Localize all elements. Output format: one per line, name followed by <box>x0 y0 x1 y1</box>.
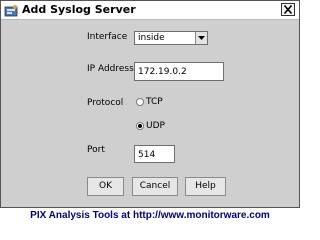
window-title: Add Syslog Server <box>22 3 136 16</box>
ip-address-value: 172.19.0.2 <box>138 67 187 77</box>
interface-label: Interface <box>87 32 128 42</box>
title-bar[interactable]: Add Syslog Server <box>1 1 299 20</box>
udp-radio-label[interactable]: UDP <box>146 121 165 132</box>
protocol-label: Protocol <box>87 98 124 108</box>
port-label: Port <box>87 145 105 155</box>
tcp-radio[interactable] <box>136 98 144 106</box>
ip-address-input[interactable]: 172.19.0.2 <box>134 62 224 81</box>
ok-button[interactable]: OK <box>87 177 124 196</box>
interface-select[interactable]: inside <box>134 31 208 45</box>
help-button[interactable]: Help <box>185 177 226 196</box>
udp-radio[interactable] <box>136 122 144 130</box>
interface-select-value: inside <box>138 33 165 43</box>
add-syslog-server-dialog: Add Syslog Server Interface inside IP Ad… <box>0 0 300 208</box>
tcp-radio-label[interactable]: TCP <box>146 97 163 108</box>
chevron-down-icon <box>198 36 205 40</box>
dialog-content: Interface inside IP Address 172.19.0.2 P… <box>1 20 299 207</box>
dropdown-arrow-button[interactable] <box>195 32 207 44</box>
footer-caption: PIX Analysis Tools at http://www.monitor… <box>30 210 270 221</box>
ip-address-label: IP Address <box>87 64 134 74</box>
app-icon <box>4 3 18 17</box>
close-icon <box>284 5 292 14</box>
radio-selected-dot <box>138 124 142 128</box>
port-value: 514 <box>138 150 156 160</box>
port-input[interactable]: 514 <box>134 145 175 163</box>
close-button[interactable] <box>281 3 295 16</box>
cancel-button[interactable]: Cancel <box>132 177 178 196</box>
